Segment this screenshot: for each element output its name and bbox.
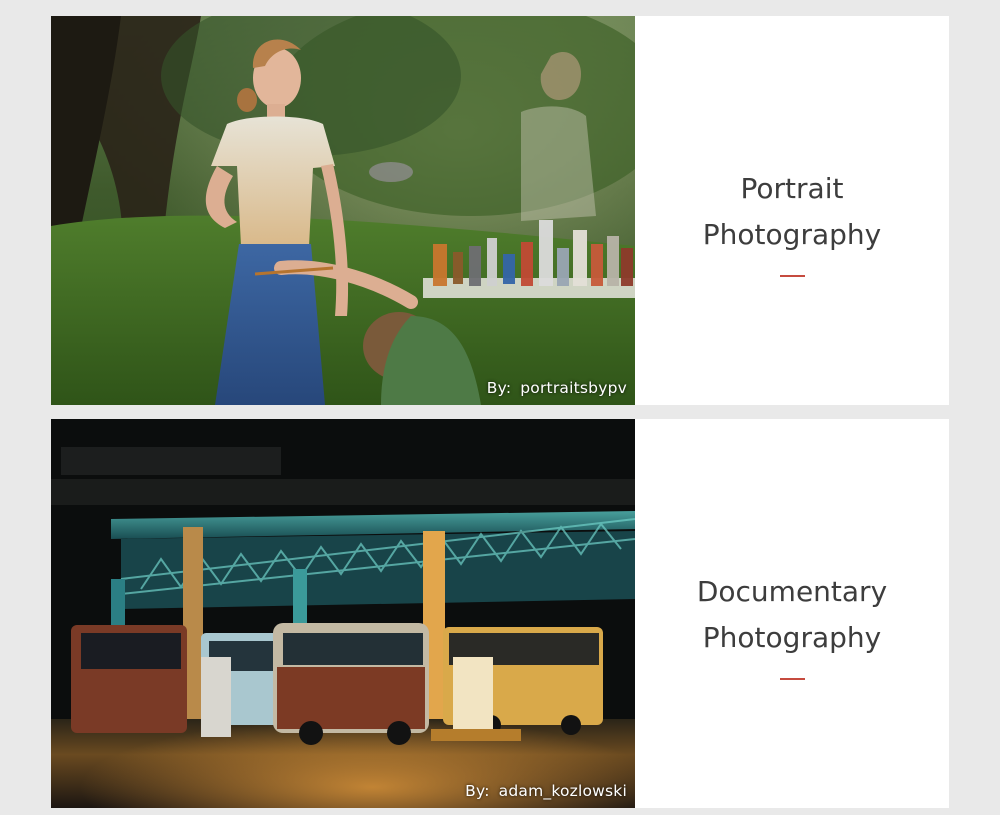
photo-credit-author: portraitsbypv <box>520 379 627 397</box>
accent-divider <box>780 275 805 277</box>
accent-divider <box>780 678 805 680</box>
card-caption: Documentary Photography <box>635 419 949 808</box>
card-title: Documentary Photography <box>635 569 949 661</box>
documentary-photo[interactable]: By: adam_kozlowski <box>51 419 635 808</box>
photo-card-documentary[interactable]: By: adam_kozlowski Documentary Photograph… <box>51 419 949 808</box>
photo-credit-author: adam_kozlowski <box>498 782 627 800</box>
card-title-line: Documentary <box>696 575 888 608</box>
card-title-line: Photography <box>702 621 882 654</box>
card-caption: Portrait Photography <box>635 16 949 405</box>
card-title-line: Photography <box>702 218 882 251</box>
documentary-photo-image <box>51 419 635 808</box>
photo-credit: By: portraitsbypv <box>487 379 627 397</box>
portrait-photo-image <box>51 16 635 405</box>
photo-credit-prefix: By: <box>486 379 512 397</box>
card-title: Portrait Photography <box>635 166 949 258</box>
card-title-line: Portrait <box>740 172 844 205</box>
photo-card-portrait[interactable]: By: portraitsbypv Portrait Photography <box>51 16 949 405</box>
portrait-photo[interactable]: By: portraitsbypv <box>51 16 635 405</box>
photo-credit-prefix: By: <box>465 782 490 800</box>
photo-credit: By: adam_kozlowski <box>465 782 627 800</box>
